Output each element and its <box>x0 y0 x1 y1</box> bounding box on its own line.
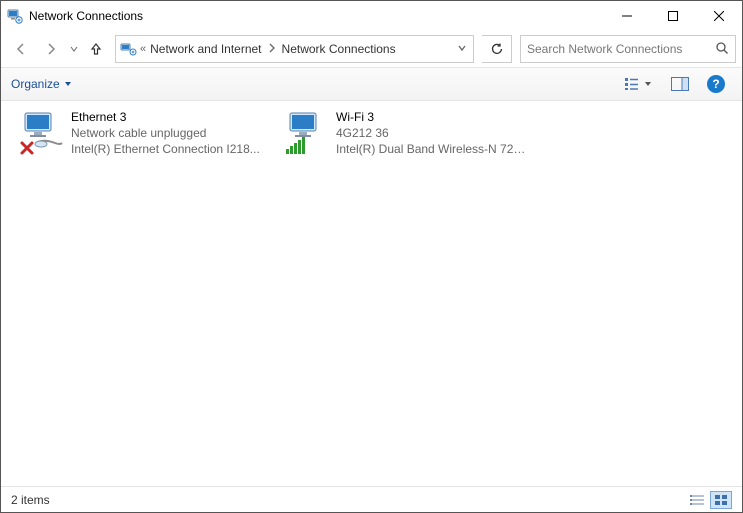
organize-menu[interactable]: Organize <box>11 77 72 91</box>
up-button[interactable] <box>83 35 109 63</box>
refresh-button[interactable] <box>482 35 512 63</box>
wifi-signal-icon <box>280 109 330 159</box>
search-placeholder: Search Network Connections <box>527 42 715 56</box>
address-bar[interactable]: « Network and Internet Network Connectio… <box>115 35 474 63</box>
connection-name: Ethernet 3 <box>71 109 260 125</box>
view-options-button[interactable] <box>616 72 660 96</box>
content-area[interactable]: Ethernet 3 Network cable unplugged Intel… <box>1 101 742 486</box>
connection-name: Wi-Fi 3 <box>336 109 526 125</box>
organize-label: Organize <box>11 77 60 91</box>
connection-item-ethernet[interactable]: Ethernet 3 Network cable unplugged Intel… <box>11 105 261 163</box>
large-icons-view-button[interactable] <box>710 491 732 509</box>
recent-dropdown[interactable] <box>67 35 81 63</box>
minimize-button[interactable] <box>604 1 650 31</box>
details-view-button[interactable] <box>686 491 708 509</box>
status-bar: 2 items <box>1 486 742 512</box>
app-icon <box>7 8 23 24</box>
item-count: 2 items <box>11 493 50 507</box>
back-button[interactable] <box>7 35 35 63</box>
command-bar: Organize ? <box>1 67 742 101</box>
preview-pane-button[interactable] <box>664 72 696 96</box>
title-bar: Network Connections <box>1 1 742 31</box>
connection-status: Network cable unplugged <box>71 125 260 141</box>
help-button[interactable]: ? <box>700 72 732 96</box>
connection-status: 4G212 36 <box>336 125 526 141</box>
forward-button[interactable] <box>37 35 65 63</box>
breadcrumb-parent[interactable]: Network and Internet <box>146 42 265 56</box>
search-icon <box>715 41 729 58</box>
location-icon <box>120 41 138 57</box>
close-button[interactable] <box>696 1 742 31</box>
chevron-down-icon <box>64 80 72 88</box>
help-icon: ? <box>707 75 725 93</box>
navigation-row: « Network and Internet Network Connectio… <box>1 31 742 67</box>
connection-item-wifi[interactable]: Wi-Fi 3 4G212 36 Intel(R) Dual Band Wire… <box>276 105 526 163</box>
window-title: Network Connections <box>29 9 604 23</box>
connection-adapter: Intel(R) Ethernet Connection I218... <box>71 141 260 157</box>
chevron-down-icon <box>644 80 652 88</box>
breadcrumb-current[interactable]: Network Connections <box>278 42 400 56</box>
chevron-right-icon[interactable] <box>266 42 278 56</box>
connection-adapter: Intel(R) Dual Band Wireless-N 7260 <box>336 141 526 157</box>
maximize-button[interactable] <box>650 1 696 31</box>
address-dropdown[interactable] <box>457 42 467 56</box>
ethernet-unplugged-icon <box>15 109 65 159</box>
search-input[interactable]: Search Network Connections <box>520 35 736 63</box>
